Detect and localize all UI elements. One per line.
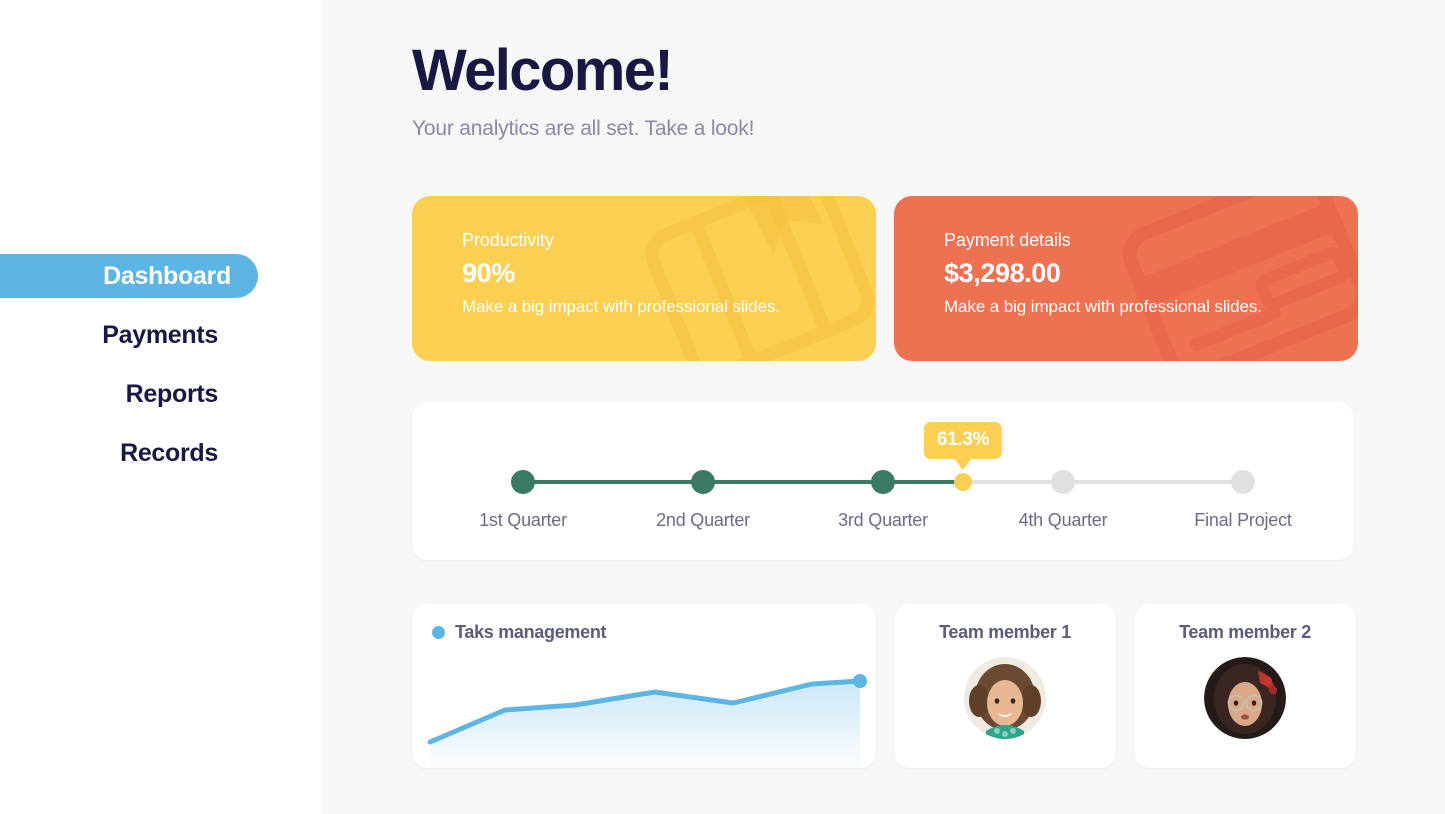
- sidebar-item-dashboard[interactable]: Dashboard: [0, 254, 258, 298]
- stat-card-description: Make a big impact with professional slid…: [462, 297, 780, 316]
- sidebar-nav: Dashboard Payments Reports Records: [0, 254, 322, 490]
- timeline-label-final-project: Final Project: [1194, 510, 1292, 530]
- timeline-dot-1st-quarter[interactable]: [511, 470, 535, 494]
- timeline-progress-line-remaining: [963, 480, 1243, 484]
- timeline-dot-final-project[interactable]: [1231, 470, 1255, 494]
- sidebar-item-payments[interactable]: Payments: [0, 313, 322, 357]
- page-title: Welcome!: [412, 38, 674, 103]
- dashboard-app: Dashboard Payments Reports Records Welco…: [0, 0, 1445, 814]
- stat-card-value: 90%: [462, 258, 515, 288]
- stat-card-value: $3,298.00: [944, 258, 1061, 288]
- stat-card-label: Payment details: [944, 230, 1071, 250]
- avatar: [964, 657, 1046, 739]
- avatar-woman-curly-hair: [964, 657, 1046, 739]
- timeline-label-3rd-quarter: 3rd Quarter: [838, 510, 928, 530]
- progress-tooltip: 61.3%: [923, 422, 1003, 459]
- team-member-card-1[interactable]: Team member 1: [894, 604, 1116, 768]
- bottom-cards-row: Taks management Team member 1 Team membe…: [412, 604, 1356, 768]
- area-chart: [427, 674, 867, 768]
- timeline-track: 61.3% 1st Quarter 2nd Quarter 3rd Quarte…: [412, 402, 1354, 560]
- stat-card-payment-details[interactable]: Payment details $3,298.00 Make a big imp…: [894, 196, 1358, 361]
- member-name: Team member 2: [1179, 622, 1311, 642]
- stat-cards-row: Productivity 90% Make a big impact with …: [412, 196, 1358, 361]
- page-header: Welcome! Your analytics are all set. Tak…: [412, 38, 755, 141]
- timeline-label-1st-quarter: 1st Quarter: [479, 510, 567, 530]
- timeline-dot-3rd-quarter[interactable]: [871, 470, 895, 494]
- timeline-label-2nd-quarter: 2nd Quarter: [656, 510, 750, 530]
- sidebar-item-label: Payments: [102, 320, 218, 349]
- member-name: Team member 1: [939, 622, 1071, 642]
- page-subtitle: Your analytics are all set. Take a look!: [412, 116, 755, 140]
- main-content: Welcome! Your analytics are all set. Tak…: [322, 0, 1445, 814]
- sidebar-item-label: Reports: [125, 379, 219, 408]
- team-member-card-2[interactable]: Team member 2: [1134, 604, 1356, 768]
- timeline-dot-2nd-quarter[interactable]: [691, 470, 715, 494]
- stat-card-description: Make a big impact with professional slid…: [944, 297, 1262, 316]
- sidebar-item-reports[interactable]: Reports: [0, 372, 322, 416]
- stat-card-productivity[interactable]: Productivity 90% Make a big impact with …: [412, 196, 876, 361]
- progress-timeline-card: 61.3% 1st Quarter 2nd Quarter 3rd Quarte…: [412, 402, 1354, 560]
- timeline-dot-current-progress[interactable]: [954, 473, 972, 491]
- stat-card-label: Productivity: [462, 230, 554, 250]
- timeline-label-4th-quarter: 4th Quarter: [1018, 510, 1108, 530]
- timeline-progress-line-completed: [523, 480, 963, 484]
- sidebar-item-label: Records: [120, 438, 218, 467]
- sidebar-item-records[interactable]: Records: [0, 431, 322, 475]
- task-management-chart-card[interactable]: Taks management: [412, 604, 876, 768]
- sidebar-item-label: Dashboard: [103, 261, 231, 290]
- avatar-woman-glasses: [1204, 657, 1286, 739]
- avatar: [1204, 657, 1286, 739]
- timeline-dot-4th-quarter[interactable]: [1051, 470, 1075, 494]
- sidebar: Dashboard Payments Reports Records: [0, 0, 322, 814]
